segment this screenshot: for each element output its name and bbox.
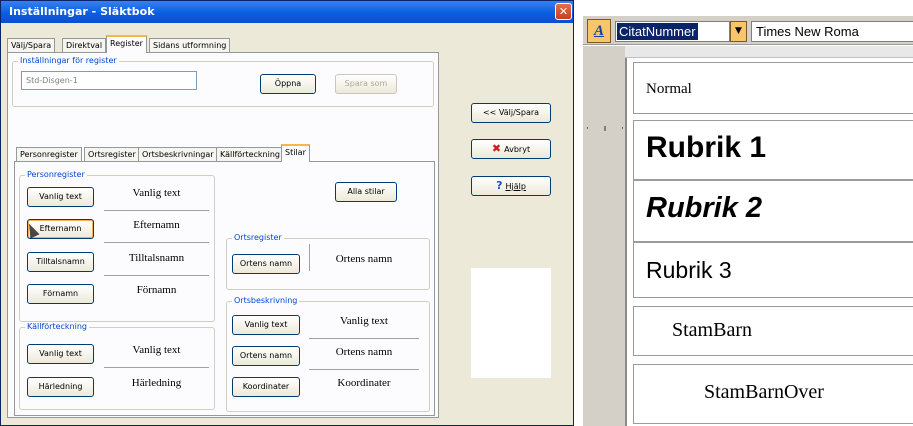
style-item-label: StamBarnOver bbox=[704, 381, 824, 403]
personregister-tilltalsnamn-button[interactable]: Tilltalsnamn bbox=[27, 252, 94, 272]
ortsregister-label: Ortsregister bbox=[232, 233, 284, 242]
ortsregister-ortens-namn-preview: Ortens namn bbox=[335, 253, 393, 265]
formatting-toolbar: A CitatNummer ▼ Times New Roma bbox=[583, 15, 913, 45]
personregister-vanlig-text-button[interactable]: Vanlig text bbox=[27, 187, 94, 207]
preview-divider bbox=[104, 210, 209, 211]
subtab-personregister[interactable]: Personregister bbox=[16, 147, 82, 162]
kallforteckning-label: Källförteckning bbox=[25, 322, 89, 331]
subtab-stilar[interactable]: Stilar bbox=[281, 144, 310, 162]
preview-divider bbox=[309, 338, 419, 339]
dialog-title-bar: Inställningar - Släktbok ✕ bbox=[1, 1, 573, 23]
style-item-stambarn[interactable]: StamBarn bbox=[633, 306, 913, 356]
personregister-label: Personregister bbox=[25, 170, 87, 179]
preview-divider bbox=[104, 367, 209, 368]
style-item-rubrik-2[interactable]: Rubrik 2 bbox=[633, 180, 913, 242]
tab-direktval[interactable]: Direktval bbox=[62, 38, 107, 53]
all-styles-button[interactable]: Alla stilar bbox=[335, 182, 397, 202]
settings-dialog: Inställningar - Släktbok ✕ Välj/Spara Di… bbox=[0, 0, 574, 426]
ortsbeskrivning-ortens-namn-button[interactable]: Ortens namn bbox=[232, 346, 300, 366]
style-item-label: Rubrik 1 bbox=[646, 131, 767, 164]
styles-pane-icon[interactable]: A bbox=[587, 19, 611, 43]
style-combobox[interactable]: CitatNummer bbox=[615, 21, 730, 42]
preview-divider bbox=[104, 275, 209, 276]
ortsbeskrivning-koordinater-preview: Koordinater bbox=[337, 377, 391, 389]
style-item-label: Normal bbox=[646, 81, 692, 97]
tab-register[interactable]: Register bbox=[106, 35, 147, 53]
personregister-tilltalsnamn-preview: Tilltalsnamn bbox=[128, 252, 185, 264]
font-combobox[interactable]: Times New Roma bbox=[751, 21, 913, 42]
save-as-button[interactable]: Spara som bbox=[335, 74, 397, 94]
register-settings-label: Inställningar för register bbox=[18, 56, 119, 65]
kallforteckning-vanlig-text-button[interactable]: Vanlig text bbox=[27, 344, 94, 364]
register-name-field[interactable]: Std-Disgen-1 bbox=[21, 71, 197, 90]
word-styles-view: A CitatNummer ▼ Times New Roma · ı · Nor… bbox=[583, 0, 913, 426]
personregister-fornamn-preview: Förnamn bbox=[136, 284, 177, 296]
cancel-x-icon: ✖ bbox=[491, 142, 502, 155]
back-to-valj-spara-button[interactable]: << Välj/Spara bbox=[471, 103, 551, 123]
blank-area bbox=[471, 268, 551, 378]
kallforteckning-group: Källförteckning bbox=[19, 322, 215, 410]
preview-divider bbox=[309, 369, 419, 370]
open-button[interactable]: Öppna bbox=[260, 74, 316, 94]
cancel-button-label: Avbryt bbox=[504, 145, 531, 154]
style-item-label: Rubrik 3 bbox=[646, 257, 732, 283]
style-item-stambarnover[interactable]: StamBarnOver bbox=[633, 364, 913, 424]
ruler bbox=[583, 46, 913, 58]
help-button-label: Hjälp bbox=[505, 182, 526, 191]
ortsbeskrivning-vanlig-text-button[interactable]: Vanlig text bbox=[232, 315, 300, 335]
kallforteckning-harledning-preview: Härledning bbox=[131, 377, 182, 389]
ruler-marks: · ı · bbox=[586, 124, 630, 134]
style-item-rubrik-3[interactable]: Rubrik 3 bbox=[633, 242, 913, 298]
tab-sidans-utformning[interactable]: Sidans utformning bbox=[149, 38, 231, 53]
style-dropdown-list[interactable]: Normal Rubrik 1 Rubrik 2 Rubrik 3 StamBa… bbox=[625, 58, 913, 426]
help-question-icon: ? bbox=[496, 179, 503, 192]
preview-divider bbox=[309, 244, 310, 271]
subtab-ortsregister[interactable]: Ortsregister bbox=[84, 147, 140, 162]
style-item-label: StamBarn bbox=[672, 319, 752, 341]
left-margin-area bbox=[583, 46, 625, 426]
dialog-title: Inställningar - Släktbok bbox=[9, 5, 155, 18]
ortsbeskrivning-koordinater-button[interactable]: Koordinater bbox=[232, 377, 300, 397]
ortsbeskrivning-label: Ortsbeskrivning bbox=[232, 296, 300, 305]
style-item-label: Rubrik 2 bbox=[646, 192, 763, 224]
subtab-kallforteckning[interactable]: Källförteckning bbox=[216, 147, 284, 162]
close-icon[interactable]: ✕ bbox=[555, 3, 572, 20]
ortsbeskrivning-ortens-namn-preview: Ortens namn bbox=[335, 346, 393, 358]
personregister-vanlig-text-preview: Vanlig text bbox=[132, 187, 181, 199]
chevron-down-icon[interactable]: ▼ bbox=[730, 21, 747, 42]
preview-divider bbox=[104, 242, 209, 243]
ortsregister-ortens-namn-button[interactable]: Ortens namn bbox=[232, 254, 300, 274]
style-item-rubrik-1[interactable]: Rubrik 1 bbox=[633, 120, 913, 180]
kallforteckning-harledning-button[interactable]: Härledning bbox=[27, 377, 94, 397]
kallforteckning-vanlig-text-preview: Vanlig text bbox=[132, 344, 181, 356]
style-combobox-value[interactable]: CitatNummer bbox=[617, 23, 698, 40]
help-button[interactable]: ? Hjälp bbox=[471, 176, 551, 196]
tab-valj-spara[interactable]: Välj/Spara bbox=[7, 38, 56, 53]
style-item-normal[interactable]: Normal bbox=[633, 62, 913, 114]
subtab-ortsbeskrivningar[interactable]: Ortsbeskrivningar bbox=[138, 147, 218, 162]
cancel-button[interactable]: ✖ Avbryt bbox=[471, 139, 551, 159]
personregister-fornamn-button[interactable]: Förnamn bbox=[27, 284, 94, 304]
personregister-efternamn-preview: Efternamn bbox=[133, 219, 180, 231]
ortsbeskrivning-vanlig-text-preview: Vanlig text bbox=[340, 315, 388, 327]
